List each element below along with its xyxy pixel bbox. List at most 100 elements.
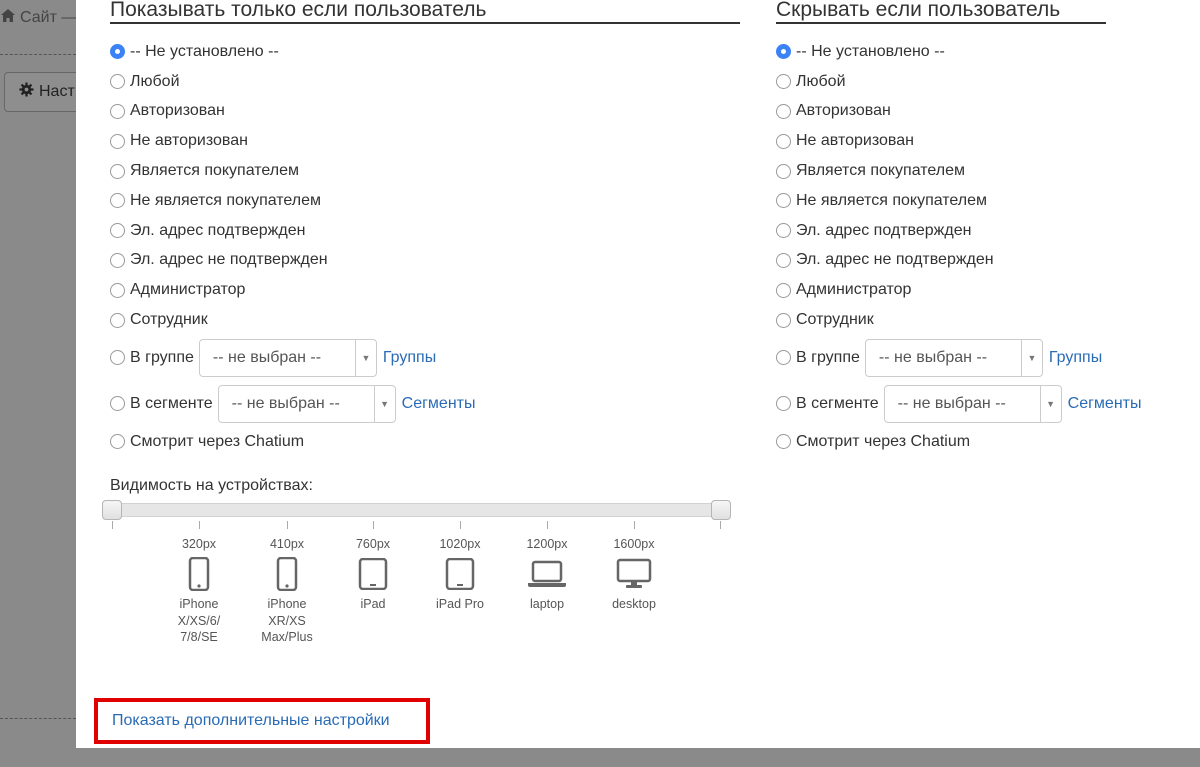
radio-button[interactable] (776, 252, 791, 268)
radio-label[interactable]: Смотрит через Chatium (796, 433, 970, 451)
radio-label[interactable]: Эл. адрес не подтвержден (130, 251, 328, 269)
radio-button[interactable] (776, 396, 791, 412)
radio-label[interactable]: Эл. адрес не подтвержден (796, 251, 994, 269)
radio-option[interactable]: Любой (110, 67, 740, 97)
radio-option[interactable]: Не авторизован (776, 126, 1176, 156)
radio-label[interactable]: Любой (130, 73, 180, 91)
segment-select[interactable]: -- не выбран -- ▼ (217, 384, 396, 423)
radio-option[interactable]: -- Не установлено -- (776, 37, 1176, 67)
radio-button[interactable] (776, 434, 791, 450)
radio-label[interactable]: Эл. адрес подтвержден (796, 222, 971, 240)
radio-button[interactable] (110, 223, 125, 239)
radio-label[interactable]: Администратор (130, 281, 245, 299)
radio-option[interactable]: Смотрит через Chatium (110, 427, 740, 457)
radio-label[interactable]: Является покупателем (796, 162, 965, 180)
radio-option[interactable]: Любой (776, 67, 1176, 97)
radio-button[interactable] (776, 74, 791, 90)
groups-link[interactable]: Группы (1049, 349, 1102, 367)
select-value: -- не выбран -- (878, 348, 988, 366)
segments-link[interactable]: Сегменты (1068, 395, 1142, 413)
radio-label[interactable]: В сегменте (130, 395, 213, 413)
radio-button[interactable] (776, 44, 791, 60)
segments-link[interactable]: Сегменты (402, 395, 476, 413)
radio-label[interactable]: Не авторизован (796, 132, 914, 150)
radio-option-group[interactable]: В группе -- не выбран -- ▼ Группы (776, 335, 1176, 381)
radio-option[interactable]: Эл. адрес не подтвержден (110, 246, 740, 276)
radio-button[interactable] (110, 163, 125, 179)
radio-option[interactable]: Сотрудник (110, 305, 740, 335)
group-select[interactable]: -- не выбран -- ▼ (864, 338, 1043, 377)
radio-label[interactable]: В сегменте (796, 395, 879, 413)
radio-button[interactable] (110, 133, 125, 149)
gear-icon (19, 82, 34, 102)
radio-option-segment[interactable]: В сегменте -- не выбран -- ▼ Сегменты (110, 381, 740, 427)
radio-label[interactable]: -- Не установлено -- (796, 43, 945, 61)
radio-label[interactable]: Является покупателем (130, 162, 299, 180)
radio-button[interactable] (110, 350, 125, 366)
divider (0, 54, 76, 55)
radio-button[interactable] (776, 193, 791, 209)
radio-label[interactable]: Сотрудник (796, 311, 874, 329)
radio-option[interactable]: Авторизован (776, 97, 1176, 127)
radio-option[interactable]: -- Не установлено -- (110, 37, 740, 67)
radio-button[interactable] (110, 44, 125, 60)
radio-button[interactable] (110, 312, 125, 328)
slider-max-handle[interactable] (711, 500, 731, 520)
breadcrumb-site[interactable]: Сайт — (20, 9, 77, 27)
radio-option[interactable]: Не является покупателем (776, 186, 1176, 216)
radio-option[interactable]: Сотрудник (776, 305, 1176, 335)
radio-button[interactable] (776, 312, 791, 328)
radio-label[interactable]: Смотрит через Chatium (130, 433, 304, 451)
radio-label[interactable]: Эл. адрес подтвержден (130, 222, 305, 240)
radio-label[interactable]: Не является покупателем (130, 192, 321, 210)
radio-label[interactable]: Не является покупателем (796, 192, 987, 210)
chevron-down-icon[interactable]: ▼ (1039, 385, 1061, 422)
radio-option[interactable]: Является покупателем (776, 156, 1176, 186)
radio-button[interactable] (776, 223, 791, 239)
radio-button[interactable] (110, 396, 125, 412)
slider-min-handle[interactable] (102, 500, 122, 520)
radio-label[interactable]: Любой (796, 73, 846, 91)
radio-button[interactable] (110, 74, 125, 90)
device-range-slider-track[interactable] (110, 503, 730, 517)
show-more-settings-link[interactable]: Показать дополнительные настройки (112, 712, 390, 730)
radio-button[interactable] (110, 193, 125, 209)
radio-button[interactable] (110, 103, 125, 119)
chevron-down-icon[interactable]: ▼ (373, 385, 395, 422)
radio-option[interactable]: Не является покупателем (110, 186, 740, 216)
radio-label[interactable]: Администратор (796, 281, 911, 299)
radio-label[interactable]: -- Не установлено -- (130, 43, 279, 61)
radio-option[interactable]: Авторизован (110, 97, 740, 127)
radio-button[interactable] (776, 282, 791, 298)
radio-button[interactable] (776, 133, 791, 149)
radio-option[interactable]: Администратор (110, 275, 740, 305)
radio-option-segment[interactable]: В сегменте -- не выбран -- ▼ Сегменты (776, 381, 1176, 427)
radio-label[interactable]: Авторизован (130, 102, 225, 120)
radio-label[interactable]: В группе (130, 349, 194, 367)
radio-option[interactable]: Администратор (776, 275, 1176, 305)
segment-select[interactable]: -- не выбран -- ▼ (883, 384, 1062, 423)
radio-option[interactable]: Не авторизован (110, 126, 740, 156)
radio-option[interactable]: Эл. адрес подтвержден (110, 216, 740, 246)
radio-button[interactable] (110, 282, 125, 298)
radio-label[interactable]: Не авторизован (130, 132, 248, 150)
chevron-down-icon[interactable]: ▼ (354, 339, 376, 376)
group-select[interactable]: -- не выбран -- ▼ (198, 338, 377, 377)
radio-option[interactable]: Является покупателем (110, 156, 740, 186)
radio-button[interactable] (776, 350, 791, 366)
chevron-down-icon[interactable]: ▼ (1020, 339, 1042, 376)
slider-tick (720, 521, 721, 529)
radio-option[interactable]: Эл. адрес подтвержден (776, 216, 1176, 246)
radio-label[interactable]: Сотрудник (130, 311, 208, 329)
radio-button[interactable] (110, 434, 125, 450)
radio-option[interactable]: Смотрит через Chatium (776, 427, 1176, 457)
radio-label[interactable]: В группе (796, 349, 860, 367)
groups-link[interactable]: Группы (383, 349, 436, 367)
radio-button[interactable] (776, 103, 791, 119)
radio-button[interactable] (110, 252, 125, 268)
radio-button[interactable] (776, 163, 791, 179)
home-icon[interactable] (0, 8, 16, 28)
radio-option[interactable]: Эл. адрес не подтвержден (776, 246, 1176, 276)
radio-option-group[interactable]: В группе -- не выбран -- ▼ Группы (110, 335, 740, 381)
radio-label[interactable]: Авторизован (796, 102, 891, 120)
